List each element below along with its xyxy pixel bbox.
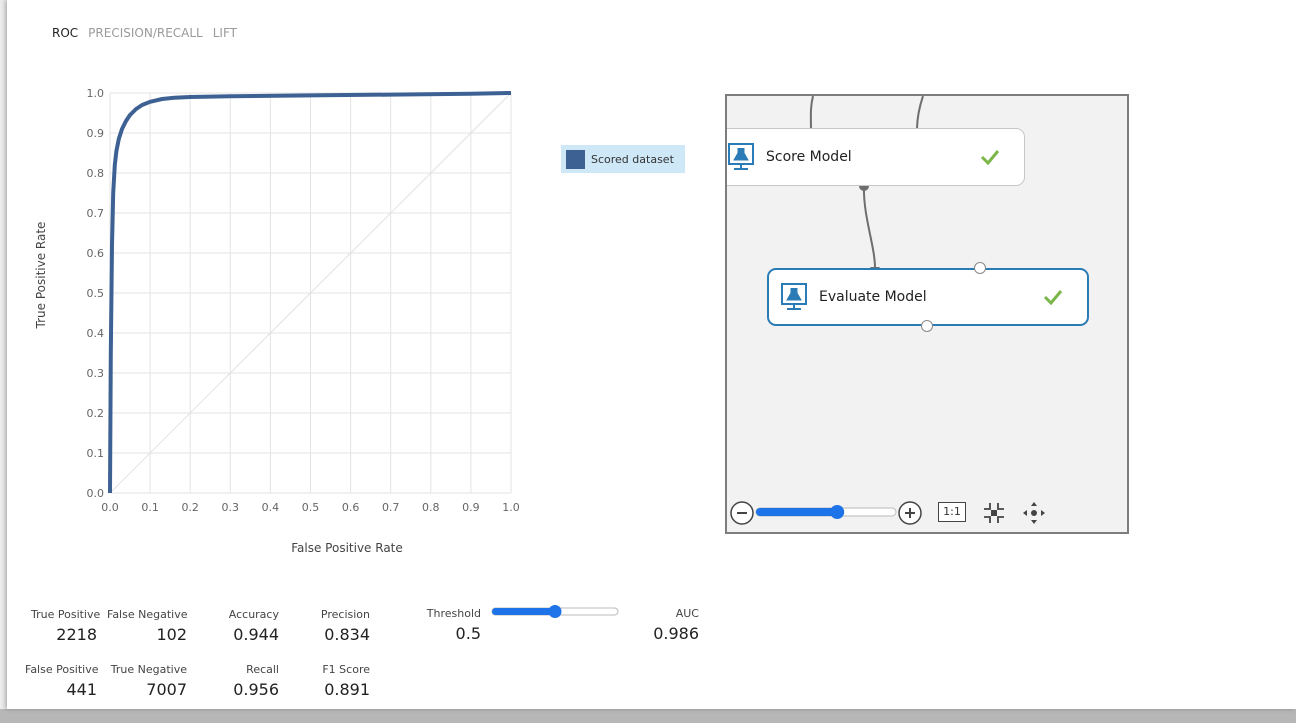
zoom-out-icon[interactable]	[729, 500, 755, 526]
background-toolbar	[0, 709, 1296, 723]
module-score-model[interactable]: Score Model	[727, 128, 1025, 186]
threshold-slider-knob[interactable]	[548, 605, 562, 618]
chart-x-tick-label: 0.1	[141, 501, 159, 514]
chart-y-tick-label: 0.8	[87, 167, 105, 180]
chart-y-tick-label: 0.9	[87, 127, 105, 140]
chart-x-tick-label: 0.2	[181, 501, 199, 514]
module-title: Evaluate Model	[819, 289, 927, 305]
chart-xlabel: False Positive Rate	[291, 541, 403, 555]
metric-label: True Positive	[31, 608, 101, 621]
metric-label: False Negative	[107, 608, 188, 621]
metric-false-negative: False Negative 102	[107, 608, 187, 644]
fit-to-screen-icon[interactable]	[981, 500, 1007, 526]
metric-true-positive: True Positive 2218	[31, 608, 101, 644]
flask-icon	[781, 283, 807, 310]
canvas-zoom-toolbar: 1:1	[727, 492, 1127, 532]
legend-label: Scored dataset	[591, 152, 674, 166]
metric-label: False Positive	[25, 663, 99, 676]
roc-chart: 0.00.0 0.1 0.1 0.2 0.2 0.3 0.3 0.4 0.4 0.5 0.5 0.6 0…	[34, 87, 520, 555]
metric-threshold: Threshold 0.5	[421, 607, 481, 643]
zoom-in-icon[interactable]	[897, 500, 923, 526]
metric-false-positive: False Positive 441	[25, 663, 99, 699]
chart-x-tick-label: 0.9	[462, 501, 480, 514]
chart-y-tick-label: 1.0	[87, 87, 105, 100]
legend-swatch	[566, 149, 585, 169]
metric-auc: AUC 0.986	[637, 607, 699, 643]
metric-label: Threshold	[426, 607, 481, 620]
chart-y-tick-label: 0.6	[87, 247, 105, 260]
experiment-canvas[interactable]: Score Model Evaluate Model 1:1	[725, 94, 1129, 534]
metric-label: F1 Score	[322, 663, 370, 676]
chart-y-tick-label: 0.7	[87, 207, 105, 220]
metric-label: Accuracy	[228, 608, 279, 621]
checkmark-icon	[1043, 290, 1063, 305]
metric-value: 0.986	[653, 624, 699, 643]
chart-legend[interactable]: Scored dataset	[561, 145, 685, 173]
chart-x-tick-label: 0.7	[382, 501, 400, 514]
metric-label: True Negative	[110, 663, 187, 676]
actual-size-button[interactable]: 1:1	[938, 502, 966, 522]
window: ROC PRECISION/RECALL LIFT 0.0 0.0 0.1 0.1 0.…	[0, 0, 1296, 723]
evaluation-results-panel: ROC PRECISION/RECALL LIFT 0.0 0.0 0.1 0.1 0.…	[7, 0, 1296, 709]
chart-x-tick-label: 0.4	[262, 501, 280, 514]
flask-icon	[728, 143, 754, 170]
chart-y-tick-label: 0.0	[87, 487, 105, 500]
zoom-slider-knob[interactable]	[830, 505, 845, 519]
chart-y-tick-label: 0.4	[87, 327, 105, 340]
chart-x-tick-label: 0.8	[422, 501, 440, 514]
module-evaluate-model[interactable]: Evaluate Model	[767, 268, 1089, 326]
metric-precision: Precision 0.834	[311, 608, 370, 644]
module-title: Score Model	[766, 149, 852, 165]
connector-score-to-evaluate	[862, 185, 876, 269]
metric-value: 102	[156, 625, 187, 644]
metric-f1-score: F1 Score 0.891	[311, 663, 370, 699]
metric-recall: Recall 0.956	[221, 663, 279, 699]
checkmark-icon	[980, 150, 1000, 165]
metric-value: 0.834	[324, 625, 370, 644]
zoom-slider[interactable]	[755, 504, 897, 520]
chart-y-tick-label: 0.1	[87, 447, 105, 460]
metric-accuracy: Accuracy 0.944	[221, 608, 279, 644]
metric-label: Recall	[246, 663, 279, 676]
metric-label: Precision	[320, 608, 370, 621]
metric-value: 0.944	[233, 625, 279, 644]
chart-x-tick-label: 0.3	[222, 501, 240, 514]
pan-icon[interactable]	[1021, 500, 1047, 526]
chart-y-tick-label: 0.3	[87, 367, 105, 380]
threshold-slider[interactable]	[491, 604, 619, 618]
chart-x-tick-label: 0.6	[342, 501, 360, 514]
chart-ylabel: True Positive Rate	[34, 222, 48, 330]
metric-true-negative: True Negative 7007	[107, 663, 187, 699]
chart-x-tick-label: 1.0	[502, 501, 520, 514]
chart-y-tick-label: 0.2	[87, 407, 105, 420]
metric-value: 7007	[146, 680, 187, 699]
chart-x-tick-label: 0.0	[101, 501, 119, 514]
metric-label: AUC	[675, 607, 699, 620]
metric-value: 0.5	[455, 624, 481, 643]
chart-y-tick-label: 0.5	[87, 287, 105, 300]
metric-value: 2218	[56, 625, 97, 644]
chart-x-tick-label: 0.5	[302, 501, 320, 514]
metric-value: 0.891	[324, 680, 370, 699]
metric-value: 441	[66, 680, 97, 699]
metric-value: 0.956	[233, 680, 279, 699]
